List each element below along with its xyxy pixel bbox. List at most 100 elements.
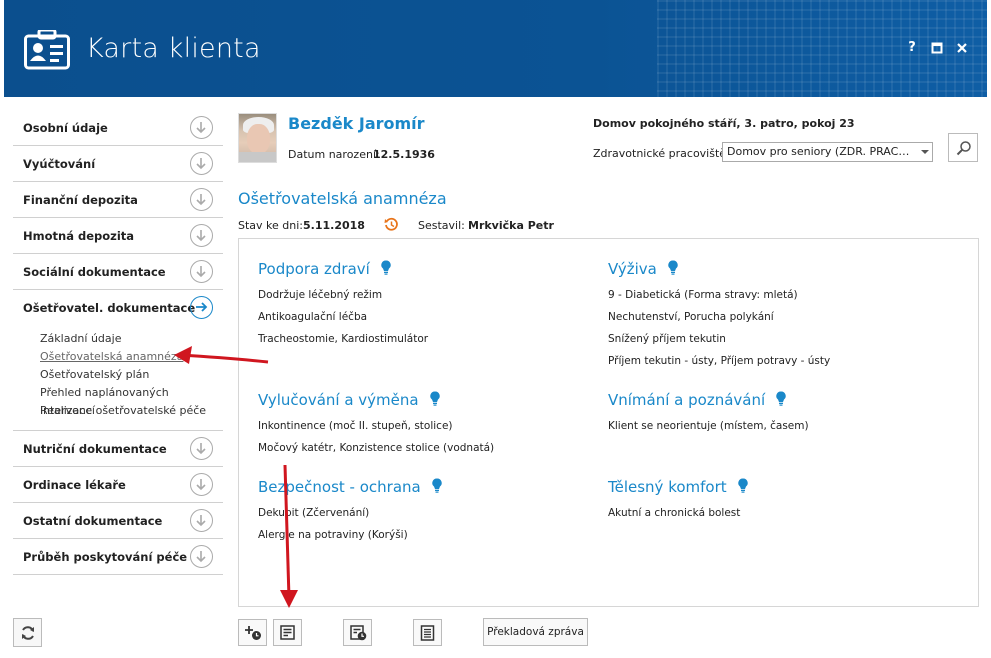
category-item: Příjem tekutin - ústy, Příjem potravy - … — [608, 355, 831, 367]
refresh-button[interactable] — [13, 618, 42, 647]
category-item: Snížený příjem tekutin — [608, 333, 726, 345]
category-title[interactable]: Vylučování a výměna — [258, 391, 419, 409]
sidebar-item-label: Ošetřovatel. dokumentace — [23, 301, 196, 315]
sestavil-value: Mrkvička Petr — [468, 219, 554, 232]
title-bar: Karta klienta ? — [4, 0, 987, 97]
subnav-osetrovatelska-anamneza[interactable]: Ošetřovatelská anamnéza — [40, 348, 223, 366]
sidebar-item-label: Vyúčtování — [23, 157, 96, 171]
client-location: Domov pokojného stáří, 3. patro, pokoj 2… — [593, 117, 855, 130]
category-title[interactable]: Tělesný komfort — [608, 478, 727, 496]
category-item: Dekubit (Zčervenání) — [258, 507, 370, 519]
sidebar-item-osetrovatel-dokumentace[interactable]: Ošetřovatel. dokumentace — [13, 290, 223, 326]
subnav-prehled-intervenci[interactable]: Přehled naplánovaných intervencí — [40, 384, 223, 417]
id-card-icon — [24, 30, 70, 70]
arrow-right-circle-icon — [190, 296, 213, 319]
category-title[interactable]: Podpora zdraví — [258, 260, 370, 278]
dob-value: 12.5.1936 — [373, 148, 435, 161]
lightbulb-icon[interactable] — [381, 260, 391, 275]
category-item: 9 - Diabetická (Forma stravy: mletá) — [608, 289, 798, 301]
close-button[interactable] — [954, 40, 970, 56]
anamnesis-panel: Podpora zdraví Dodržuje léčebný režim An… — [238, 238, 979, 607]
category-title[interactable]: Výživa — [608, 260, 657, 278]
category-bezpecnost: Bezpečnost - ochrana Dekubit (Zčervenání… — [258, 477, 442, 542]
sidebar-item-label: Hmotná depozita — [23, 229, 135, 243]
subnav-zakladni-udaje[interactable]: Základní údaje — [40, 330, 223, 348]
workplace-select-value: Domov pro seniory (ZDR. PRACOVIŠ... — [727, 145, 915, 158]
window-title: Karta klienta — [86, 33, 261, 64]
lightbulb-icon[interactable] — [776, 391, 786, 406]
category-title[interactable]: Vnímání a poznávání — [608, 391, 765, 409]
sidebar-item-label: Osobní údaje — [23, 121, 108, 135]
search-icon — [956, 141, 971, 156]
history-record-button[interactable] — [343, 619, 372, 646]
expand-circle-icon — [190, 152, 213, 175]
help-button[interactable]: ? — [904, 40, 920, 56]
sestavil-label: Sestavil: — [418, 219, 465, 232]
workplace-label: Zdravotnické pracoviště: — [593, 147, 730, 160]
lightbulb-icon[interactable] — [668, 260, 678, 275]
category-item: Močový katétr, Konzistence stolice (vodn… — [258, 442, 495, 454]
category-item: Nechutenství, Porucha polykání — [608, 311, 774, 323]
category-item: Inkontinence (moč II. stupeň, stolice) — [258, 420, 453, 432]
category-item: Akutní a chronická bolest — [608, 507, 741, 519]
lightbulb-icon[interactable] — [430, 391, 440, 406]
category-item: Dodržuje léčebný režim — [258, 289, 383, 301]
category-podpora-zdravi: Podpora zdraví Dodržuje léčebný režim An… — [258, 259, 428, 346]
page-title: Ošetřovatelská anamnéza — [238, 189, 447, 208]
transfer-report-button[interactable]: Překladová zpráva — [483, 618, 588, 646]
sidebar-item-socialni-dokumentace[interactable]: Sociální dokumentace — [13, 254, 223, 290]
add-record-button[interactable] — [238, 619, 267, 646]
sidebar-item-label: Průběh poskytování péče — [23, 550, 188, 564]
lightbulb-icon[interactable] — [738, 478, 748, 493]
sidebar-item-label: Nutriční dokumentace — [23, 442, 167, 456]
sidebar-item-financni-depozita[interactable]: Finanční depozita — [13, 182, 223, 218]
sidebar-item-label: Ostatní dokumentace — [23, 514, 163, 528]
category-item: Alergie na potraviny (Korýši) — [258, 529, 408, 541]
client-name: Bezděk Jaromír — [288, 114, 425, 133]
category-vnimani: Vnímání a poznávání Klient se neorientuj… — [608, 390, 809, 433]
category-vylucovani: Vylučování a výměna Inkontinence (moč II… — [258, 390, 494, 455]
sidebar-item-osobni-udaje[interactable]: Osobní údaje — [13, 110, 223, 146]
search-button[interactable] — [948, 133, 978, 162]
sidebar-item-prubeh-pece[interactable]: Průběh poskytování péče — [13, 539, 223, 575]
subnav-osetrovatelsky-plan[interactable]: Ošetřovatelský plán — [40, 366, 223, 384]
sidebar-item-vyuctovani[interactable]: Vyúčtování — [13, 146, 223, 182]
expand-circle-icon — [190, 116, 213, 139]
sidebar-item-label: Ordinace lékaře — [23, 478, 126, 492]
sidebar-item-label: Sociální dokumentace — [23, 265, 166, 279]
maximize-button[interactable] — [929, 40, 945, 56]
dob-label: Datum narození: — [288, 148, 380, 161]
subnav-realizace-pece[interactable]: Realizace ošetřovatelské péče — [40, 402, 223, 420]
sidebar: Osobní údaje Vyúčtování Finanční depozit… — [13, 110, 223, 575]
expand-circle-icon — [190, 260, 213, 283]
document-icon — [280, 625, 295, 640]
category-item: Antikoagulační léčba — [258, 311, 368, 323]
lightbulb-icon[interactable] — [432, 478, 442, 493]
chevron-down-icon — [921, 150, 929, 154]
add-clock-icon — [245, 626, 261, 640]
expand-circle-icon — [190, 224, 213, 247]
list-document-icon — [420, 625, 435, 641]
edit-record-button[interactable] — [273, 619, 302, 646]
expand-circle-icon — [190, 545, 213, 568]
category-item: Tracheostomie, Kardiostimulátor — [258, 333, 429, 345]
workplace-select[interactable]: Domov pro seniory (ZDR. PRACOVIŠ... — [722, 142, 933, 162]
sidebar-item-hmotna-depozita[interactable]: Hmotná depozita — [13, 218, 223, 254]
stav-value: 5.11.2018 — [303, 219, 365, 232]
sidebar-item-ordinace-lekare[interactable]: Ordinace lékaře — [13, 467, 223, 503]
client-photo — [238, 113, 277, 163]
sidebar-item-ostatni-dokumentace[interactable]: Ostatní dokumentace — [13, 503, 223, 539]
expand-circle-icon — [190, 473, 213, 496]
print-record-button[interactable] — [413, 619, 442, 646]
sidebar-item-nutricni-dokumentace[interactable]: Nutriční dokumentace — [13, 431, 223, 467]
close-icon — [957, 43, 967, 53]
category-title[interactable]: Bezpečnost - ochrana — [258, 478, 421, 496]
document-clock-icon — [350, 625, 367, 641]
sidebar-subnav: Základní údaje Ošetřovatelská anamnéza O… — [13, 326, 223, 431]
category-vyziva: Výživa 9 - Diabetická (Forma stravy: mle… — [608, 259, 830, 368]
refresh-icon — [22, 626, 34, 640]
category-telesny-komfort: Tělesný komfort Akutní a chronická boles… — [608, 477, 748, 520]
maximize-icon — [931, 42, 943, 54]
expand-circle-icon — [190, 509, 213, 532]
history-icon[interactable] — [384, 217, 399, 232]
